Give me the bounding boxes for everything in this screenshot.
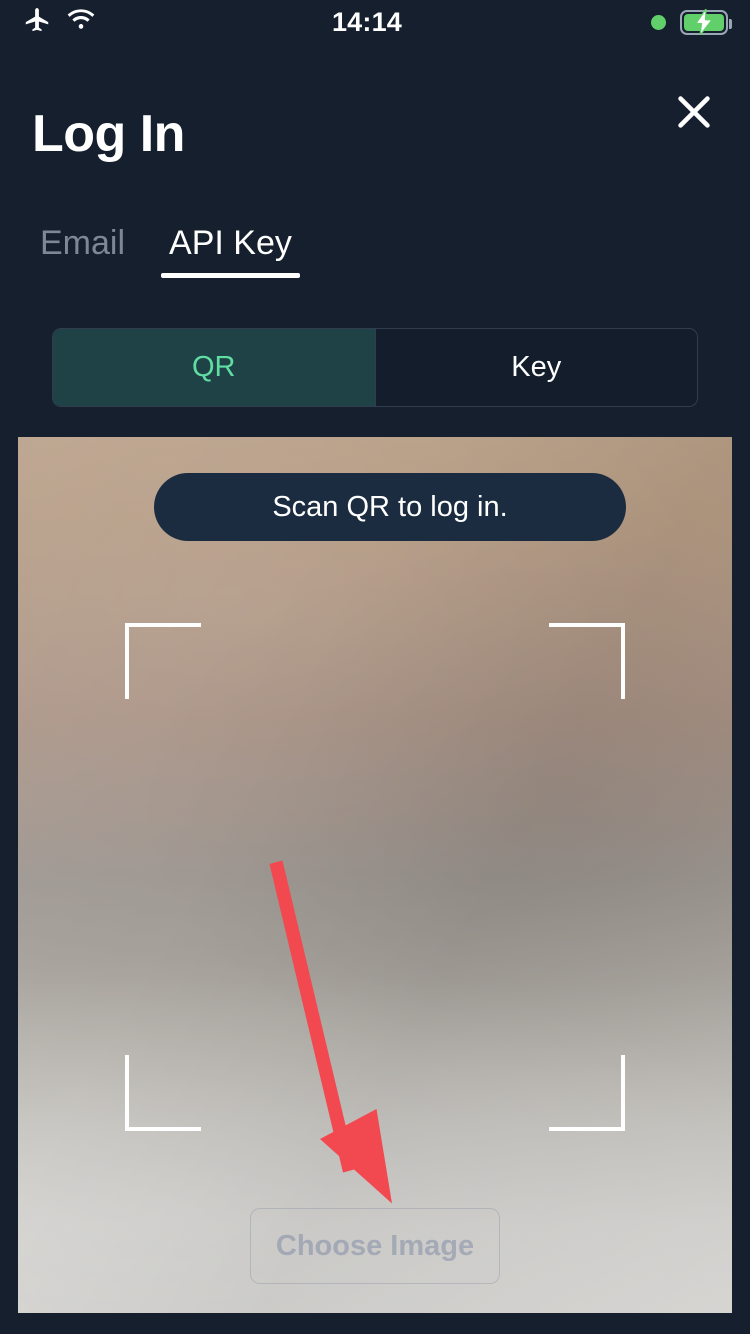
airplane-mode-icon (22, 5, 52, 40)
camera-preview[interactable]: Scan QR to log in. Choose Image (18, 437, 732, 1313)
tab-api-key[interactable]: API Key (161, 226, 300, 278)
wifi-icon (65, 8, 97, 37)
login-mode-segmented-control: QR Key (52, 328, 698, 407)
scan-frame-corner-top-left (125, 623, 201, 699)
close-button[interactable] (666, 86, 722, 142)
scan-instruction-text: Scan QR to log in. (272, 490, 508, 523)
tab-email[interactable]: Email (32, 226, 133, 278)
red-arrow-annotation-icon (269, 860, 392, 1204)
segment-qr[interactable]: QR (53, 329, 375, 406)
segment-key[interactable]: Key (376, 329, 698, 406)
header: Log In Email API Key QR Key (0, 44, 750, 437)
scan-frame-corner-bottom-right (549, 1055, 625, 1131)
tab-api-key-label: API Key (169, 224, 292, 262)
battery-charging-icon (680, 9, 732, 35)
scan-instruction-banner: Scan QR to log in. (154, 473, 626, 541)
page-title: Log In (32, 105, 185, 163)
scan-frame-corner-top-right (549, 623, 625, 699)
status-bar-right (410, 9, 732, 35)
scan-frame-corner-bottom-left (125, 1055, 201, 1131)
phone-screen: 14:14 Log In Email API Key QR Key Scan Q… (0, 0, 750, 1334)
choose-image-button[interactable]: Choose Image (250, 1208, 500, 1284)
green-status-dot (651, 14, 666, 30)
status-bar-clock: 14:14 (331, 6, 403, 37)
auth-method-tabs: Email API Key (32, 226, 300, 278)
tab-email-label: Email (40, 224, 126, 262)
camera-preview-texture (18, 437, 732, 1313)
status-bar: 14:14 (0, 0, 750, 44)
close-icon (671, 89, 717, 140)
status-bar-left (22, 5, 340, 40)
